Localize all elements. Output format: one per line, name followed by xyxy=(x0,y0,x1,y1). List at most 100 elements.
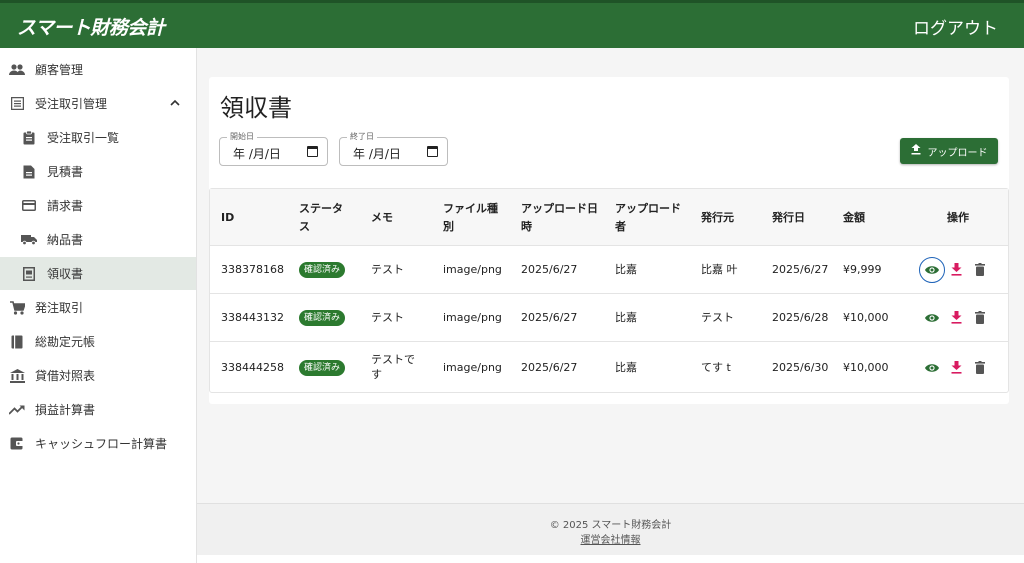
column-header-id: ID xyxy=(221,211,235,224)
column-header-file-type-wrap: 別 xyxy=(443,220,454,233)
delete-icon[interactable] xyxy=(972,309,988,325)
download-icon[interactable] xyxy=(948,261,964,277)
book-icon xyxy=(9,334,25,350)
delete-icon[interactable] xyxy=(972,261,988,277)
cell-issue-date: 2025/6/28 xyxy=(772,311,829,324)
cell-file-type: image/png xyxy=(443,361,502,374)
cell-file-type: image/png xyxy=(443,263,502,276)
table-header: ID ステータ ス メモ ファイル種 別 アップロード日 時 アップロード 者 … xyxy=(210,189,1008,246)
view-icon[interactable] xyxy=(924,310,940,326)
table-row: 338443132 確認済み テスト image/png 2025/6/27 比… xyxy=(210,294,1008,342)
cell-id: 338444258 xyxy=(221,361,284,374)
delete-icon[interactable] xyxy=(972,359,988,375)
status-badge: 確認済み xyxy=(299,310,346,326)
start-date-field[interactable]: 開始日 年 /月/日 xyxy=(219,131,328,166)
sidebar-item-customers[interactable]: 顧客管理 xyxy=(0,53,196,86)
cell-issuer: テスト xyxy=(701,311,734,324)
column-header-uploader-wrap: 者 xyxy=(615,220,626,233)
column-header-file-type: ファイル種 xyxy=(443,202,498,215)
cell-issuer: 比嘉 叶 xyxy=(701,263,738,276)
download-icon[interactable] xyxy=(948,309,964,325)
end-date-value[interactable]: 年 /月/日 xyxy=(353,145,401,162)
sidebar-item-label: 発注取引 xyxy=(35,301,84,315)
column-header-issuer: 発行元 xyxy=(701,211,734,224)
upload-icon xyxy=(911,144,921,158)
view-icon[interactable] xyxy=(924,262,940,278)
end-date-label: 終了日 xyxy=(347,131,377,142)
sidebar-item-label: 損益計算書 xyxy=(35,403,96,417)
cell-uploader: 比嘉 xyxy=(615,361,637,374)
cell-upload-date: 2025/6/27 xyxy=(521,311,578,324)
cell-file-type: image/png xyxy=(443,311,502,324)
cell-uploader: 比嘉 xyxy=(615,311,637,324)
sidebar-item-sales-order-list[interactable]: 受注取引一覧 xyxy=(0,121,196,154)
status-badge: 確認済み xyxy=(299,360,346,376)
list-icon xyxy=(9,96,25,112)
sidebar-item-label: 見積書 xyxy=(47,165,84,179)
sidebar: 顧客管理 受注取引管理 受注取引一覧 見積書 請求書 納品書 領収書 発注取引 … xyxy=(0,48,197,563)
column-header-status: ステータ xyxy=(299,202,343,215)
sidebar-item-balance-sheet[interactable]: 貸借対照表 xyxy=(0,359,196,392)
sidebar-item-cash-flow[interactable]: キャッシュフロー計算書 xyxy=(0,427,196,460)
sidebar-item-general-ledger[interactable]: 総勘定元帳 xyxy=(0,325,196,358)
logout-button[interactable]: ログアウト xyxy=(913,14,998,39)
calendar-icon[interactable] xyxy=(427,146,438,157)
cell-id: 338443132 xyxy=(221,311,284,324)
upload-button-label: アップロード xyxy=(927,147,988,159)
cell-uploader: 比嘉 xyxy=(615,263,637,276)
column-header-issue-date: 発行日 xyxy=(772,211,805,224)
sidebar-item-sales-orders[interactable]: 受注取引管理 xyxy=(0,87,196,120)
table-row: 338444258 確認済み テストで す image/png 2025/6/2… xyxy=(210,342,1008,392)
credit-card-icon xyxy=(21,198,37,214)
cell-memo: テストで xyxy=(371,353,415,366)
cell-amount: ¥10,000 xyxy=(843,361,889,374)
app-bar: スマート財務会計 ログアウト xyxy=(0,0,1024,48)
chevron-up-icon[interactable] xyxy=(170,98,180,109)
download-icon[interactable] xyxy=(948,359,964,375)
company-info-link[interactable]: 運営会社情報 xyxy=(197,531,1024,546)
column-header-uploader: アップロード xyxy=(615,202,681,215)
sidebar-item-purchase-orders[interactable]: 発注取引 xyxy=(0,291,196,324)
footer: © 2025 スマート財務会計 運営会社情報 xyxy=(197,503,1024,555)
cell-memo: テスト xyxy=(371,311,404,324)
trending-up-icon xyxy=(9,402,25,418)
upload-button[interactable]: アップロード xyxy=(900,138,998,164)
truck-icon xyxy=(21,232,37,248)
receipt-icon xyxy=(21,266,37,282)
cell-issuer: てす t xyxy=(701,361,731,374)
column-header-actions: 操作 xyxy=(947,211,969,224)
sidebar-item-label: 納品書 xyxy=(47,233,84,247)
cell-upload-date: 2025/6/27 xyxy=(521,263,578,276)
cell-amount: ¥9,999 xyxy=(843,263,882,276)
sidebar-item-label: 受注取引管理 xyxy=(35,97,108,111)
column-header-amount: 金額 xyxy=(843,211,865,224)
sidebar-item-quotations[interactable]: 見積書 xyxy=(0,155,196,188)
start-date-label: 開始日 xyxy=(227,131,257,142)
start-date-value[interactable]: 年 /月/日 xyxy=(233,145,281,162)
sidebar-item-label: 請求書 xyxy=(47,199,84,213)
cart-icon xyxy=(9,300,25,316)
column-header-memo: メモ xyxy=(371,211,393,224)
sidebar-item-income-statement[interactable]: 損益計算書 xyxy=(0,393,196,426)
sidebar-item-label: 貸借対照表 xyxy=(35,369,96,383)
receipts-table: ID ステータ ス メモ ファイル種 別 アップロード日 時 アップロード 者 … xyxy=(209,188,1009,393)
sidebar-item-label: 受注取引一覧 xyxy=(47,131,120,145)
column-header-status-wrap: ス xyxy=(299,220,310,233)
sidebar-item-receipts[interactable]: 領収書 xyxy=(0,257,196,290)
column-header-upload-date-wrap: 時 xyxy=(521,220,532,233)
view-icon[interactable] xyxy=(924,360,940,376)
page-title: 領収書 xyxy=(220,94,292,122)
app-logo[interactable]: スマート財務会計 xyxy=(17,13,165,40)
status-badge: 確認済み xyxy=(299,262,346,278)
sidebar-item-label: 顧客管理 xyxy=(35,63,84,77)
end-date-field[interactable]: 終了日 年 /月/日 xyxy=(339,131,448,166)
clipboard-icon xyxy=(21,130,37,146)
wallet-icon xyxy=(9,436,25,452)
calendar-icon[interactable] xyxy=(307,146,318,157)
table-row: 338378168 確認済み テスト image/png 2025/6/27 比… xyxy=(210,246,1008,294)
cell-id: 338378168 xyxy=(221,263,284,276)
sidebar-item-label: キャッシュフロー計算書 xyxy=(35,437,168,451)
sidebar-item-delivery-notes[interactable]: 納品書 xyxy=(0,223,196,256)
cell-amount: ¥10,000 xyxy=(843,311,889,324)
sidebar-item-invoices[interactable]: 請求書 xyxy=(0,189,196,222)
